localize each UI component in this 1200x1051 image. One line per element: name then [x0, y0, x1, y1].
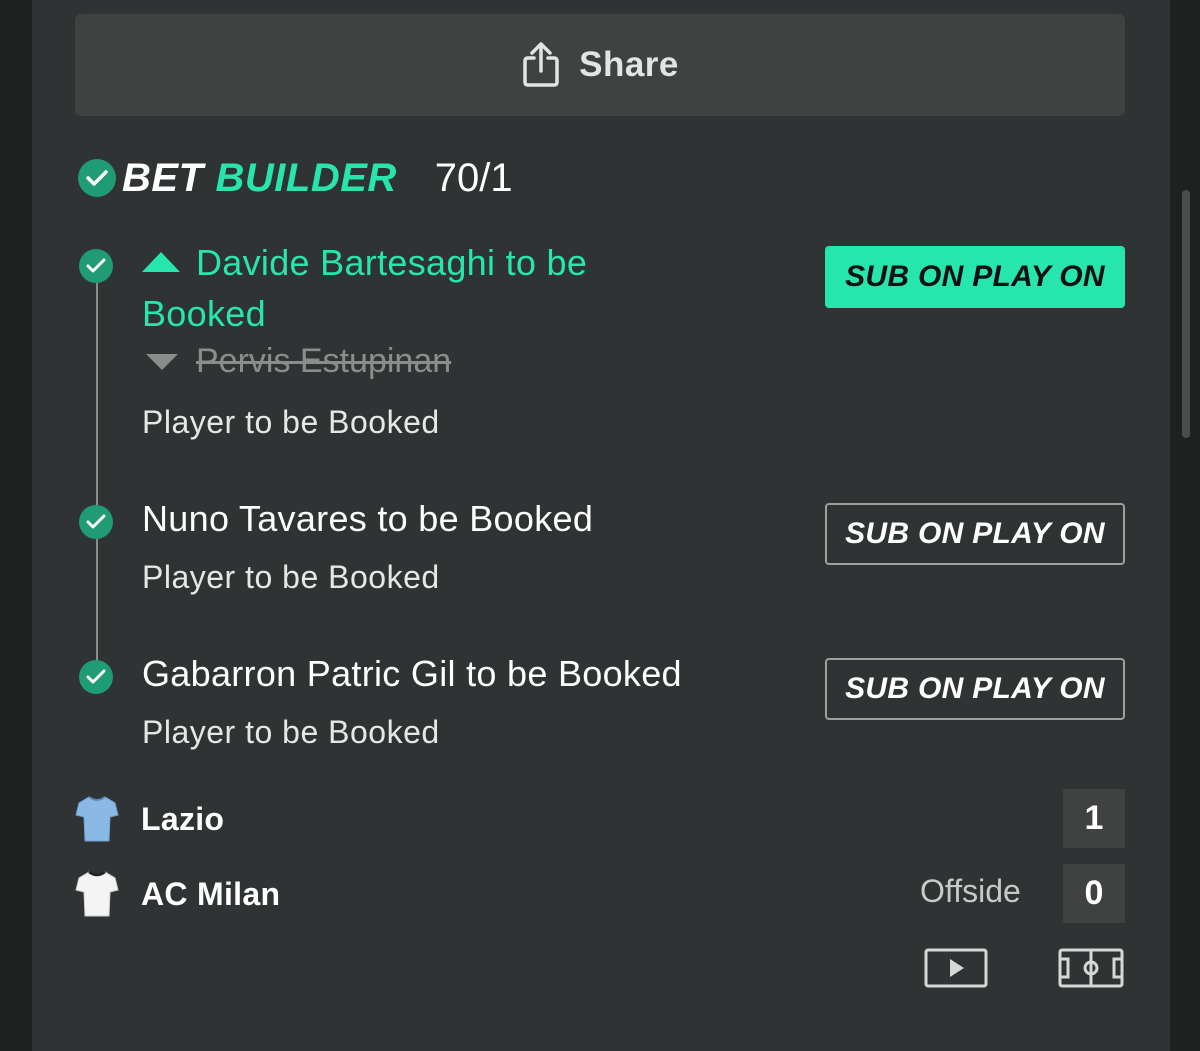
leg-3-sub-on-play-on-button[interactable]: SUB ON PLAY ON: [825, 658, 1125, 720]
away-team-name: AC Milan: [141, 875, 281, 912]
leg-3-check-icon: [79, 660, 113, 694]
share-icon: [523, 42, 559, 87]
bet-builder-label-builder: BUILDER: [215, 155, 397, 200]
leg-1-market: Player to be Booked: [142, 404, 440, 440]
leg-1-title-text: Davide Bartesaghi to be Booked: [142, 242, 588, 334]
leg-1-sub-on-play-on-button[interactable]: SUB ON PLAY ON: [825, 246, 1125, 308]
legs-timeline: [96, 266, 98, 676]
share-label: Share: [579, 45, 679, 84]
leg-3-title: Gabarron Patric Gil to be Booked: [142, 653, 682, 694]
match-event-status: Offside: [920, 873, 1021, 909]
home-team-row: Lazio: [75, 794, 224, 844]
leg-1-title: Davide Bartesaghi to be Booked: [142, 237, 702, 339]
bet-builder-label-bet: BET: [122, 155, 204, 200]
leg-2-market: Player to be Booked: [142, 559, 440, 595]
leg-2-check-icon: [79, 505, 113, 539]
leg-1-check-icon: [79, 249, 113, 283]
bet-builder-odds: 70/1: [434, 155, 513, 200]
arrow-up-icon: [142, 252, 180, 273]
home-score: 1: [1063, 789, 1125, 848]
pitch-icon[interactable]: [1058, 948, 1124, 993]
arrow-down-icon: [146, 353, 178, 370]
leg-1-replaced: Pervis Estupinan: [142, 342, 451, 381]
leg-3-market: Player to be Booked: [142, 714, 440, 750]
leg-1-replaced-name: Pervis Estupinan: [196, 342, 452, 380]
home-team-name: Lazio: [141, 800, 225, 837]
play-video-icon[interactable]: [924, 948, 988, 993]
away-team-row: AC Milan: [75, 869, 280, 919]
leg-2-sub-on-play-on-button[interactable]: SUB ON PLAY ON: [825, 503, 1125, 565]
check-icon: [78, 159, 116, 197]
share-button[interactable]: Share: [75, 14, 1125, 116]
white-shirt-icon: [75, 870, 119, 917]
light-blue-shirt-icon: [75, 796, 119, 842]
bet-builder-header: BET BUILDER 70/1: [78, 155, 513, 201]
scrollbar[interactable]: [1182, 190, 1190, 438]
away-score: 0: [1063, 864, 1125, 923]
leg-2-title: Nuno Tavares to be Booked: [142, 498, 594, 539]
